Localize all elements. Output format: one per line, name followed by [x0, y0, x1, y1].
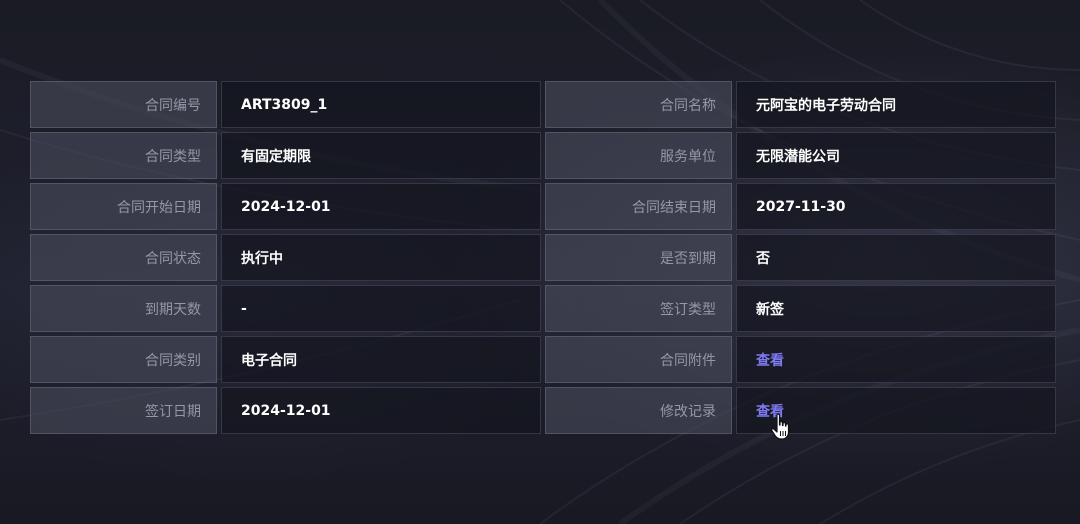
is-expired-value: 否 — [736, 234, 1056, 281]
days-to-expiry-value: - — [221, 285, 541, 332]
contract-attachment-cell: 查看 — [736, 336, 1056, 383]
hand-pointer-icon — [771, 413, 790, 440]
end-date-label: 合同结束日期 — [545, 183, 732, 230]
modification-record-label: 修改记录 — [545, 387, 732, 434]
contract-name-value: 元阿宝的电子劳动合同 — [736, 81, 1056, 128]
contract-category-label: 合同类别 — [30, 336, 217, 383]
service-unit-label: 服务单位 — [545, 132, 732, 179]
signing-type-label: 签订类型 — [545, 285, 732, 332]
contract-type-label: 合同类型 — [30, 132, 217, 179]
contract-number-value: ART3809_1 — [221, 81, 541, 128]
contract-number-label: 合同编号 — [30, 81, 217, 128]
contract-status-value: 执行中 — [221, 234, 541, 281]
view-attachment-link[interactable]: 查看 — [756, 350, 784, 370]
days-to-expiry-label: 到期天数 — [30, 285, 217, 332]
start-date-label: 合同开始日期 — [30, 183, 217, 230]
contract-category-value: 电子合同 — [221, 336, 541, 383]
signing-date-label: 签订日期 — [30, 387, 217, 434]
end-date-value: 2027-11-30 — [736, 183, 1056, 230]
service-unit-value: 无限潜能公司 — [736, 132, 1056, 179]
is-expired-label: 是否到期 — [545, 234, 732, 281]
contract-status-label: 合同状态 — [30, 234, 217, 281]
contract-detail-grid: 合同编号 ART3809_1 合同名称 元阿宝的电子劳动合同 合同类型 有固定期… — [30, 81, 1056, 434]
signing-date-value: 2024-12-01 — [221, 387, 541, 434]
signing-type-value: 新签 — [736, 285, 1056, 332]
start-date-value: 2024-12-01 — [221, 183, 541, 230]
contract-name-label: 合同名称 — [545, 81, 732, 128]
contract-attachment-label: 合同附件 — [545, 336, 732, 383]
contract-type-value: 有固定期限 — [221, 132, 541, 179]
